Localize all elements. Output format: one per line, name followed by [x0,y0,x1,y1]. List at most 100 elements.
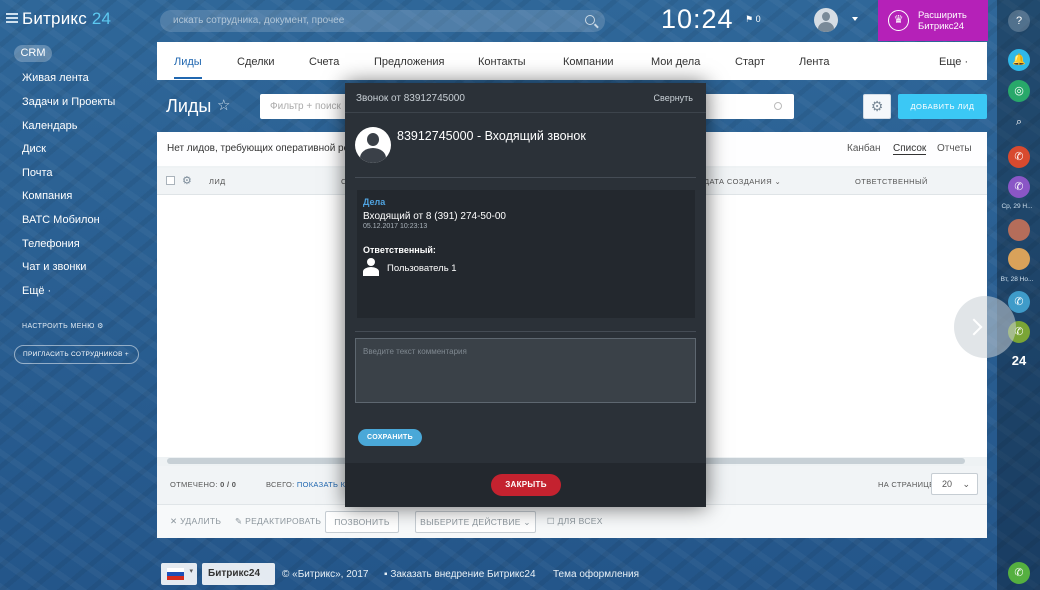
phone-icon[interactable]: ✆ [1008,146,1030,168]
menu-item-disk[interactable]: Диск [22,143,46,155]
view-kanban[interactable]: Канбан [847,143,881,154]
delete-button[interactable]: ✕ УДАЛИТЬ [170,516,221,527]
caller-info: 83912745000 - Входящий звонок [397,129,586,143]
gear-icon[interactable]: ⚙ [182,174,192,187]
chevron-down-icon: ⌄ [523,517,531,527]
responsible-name[interactable]: Пользователь 1 [387,263,457,274]
tab-more[interactable]: Еще · [939,56,968,68]
activities-title[interactable]: Дела [363,197,385,207]
scroll-right-button[interactable] [954,296,1016,358]
help-icon[interactable]: ? [1008,10,1030,32]
invite-employees-button[interactable]: ПРИГЛАСИТЬ СОТРУДНИКОВ + [14,345,139,364]
chevron-down-icon: ⌄ [774,177,782,186]
divider [355,331,696,332]
menu-item-live-feed[interactable]: Живая лента [22,72,89,84]
edit-button[interactable]: ✎ РЕДАКТИРОВАТЬ [235,516,321,527]
collapse-button[interactable]: Свернуть [654,93,693,103]
pencil-icon: ✎ [235,516,243,526]
select-all-checkbox[interactable] [166,176,175,185]
group-actions-bar: ✕ УДАЛИТЬ ✎ РЕДАКТИРОВАТЬ ПОЗВОНИТЬ ВЫБЕ… [157,504,987,538]
close-button[interactable]: ЗАКРЫТЬ [491,474,561,496]
add-lead-button[interactable]: ДОБАВИТЬ ЛИД [898,94,987,119]
bitrix24-dock-icon[interactable]: 24 [1008,350,1030,372]
page-title: Лиды [166,96,212,116]
column-responsible[interactable]: ОТВЕТСТВЕННЫЙ [855,177,928,186]
save-button[interactable]: СОХРАНИТЬ [358,429,422,446]
bell-icon[interactable]: 🔔 [1008,49,1030,71]
menu-item-calendar[interactable]: Календарь [22,120,78,132]
dock-date-label: Ср, 29 Н... [1001,203,1033,210]
chevron-down-icon[interactable] [852,17,858,21]
order-implementation-link[interactable]: ▪ Заказать внедрение Битрикс24 [384,569,536,580]
menu-item-tasks[interactable]: Задачи и Проекты [22,96,115,108]
clock[interactable]: 10:24 [661,4,734,35]
menu-item-crm[interactable]: CRM [14,45,52,62]
comment-textarea[interactable]: Введите текст комментария [355,338,696,403]
settings-gear-button[interactable]: ⚙ [863,94,891,119]
close-icon: ✕ [170,516,178,526]
tab-feed[interactable]: Лента [799,56,829,68]
menu-item-more[interactable]: Ещё · [22,285,51,297]
tab-invoices[interactable]: Счета [309,56,339,68]
bitrix24-footer-logo[interactable]: Битрикс24 [202,563,275,585]
global-search-input[interactable]: искать сотрудника, документ, прочее [160,10,605,32]
hamburger-menu-icon[interactable] [6,13,18,23]
flag-icon: ⚑ [745,14,754,24]
contact-avatar[interactable] [1008,219,1030,241]
menu-item-mail[interactable]: Почта [22,167,53,179]
user-avatar[interactable] [814,8,838,32]
contact-avatar[interactable] [1008,248,1030,270]
active-tab-indicator [174,77,202,79]
tab-my-activities[interactable]: Мои дела [651,56,700,68]
total-count: ВСЕГО: ПОКАЗАТЬ КОЛ [266,480,357,489]
language-selector[interactable]: ▾ [161,563,197,585]
menu-item-vats[interactable]: ВАТС Мобилон [22,214,100,226]
search-icon[interactable]: ⌕ [1008,111,1030,133]
chevron-down-icon: ⌄ [962,479,970,489]
star-icon[interactable]: ☆ [217,96,230,114]
incoming-call-modal: Звонок от 83912745000 Свернуть 839127450… [345,83,706,507]
upgrade-button[interactable]: ♛ Расширить Битрикс24 [878,0,988,41]
phone-icon[interactable]: ✆ [1008,176,1030,198]
copyright: © «Битрикс», 2017 [282,569,369,580]
responsible-label: Ответственный: [363,245,436,255]
crown-icon: ♛ [888,10,909,31]
menu-item-telephony[interactable]: Телефония [22,238,80,250]
for-all-checkbox[interactable]: ☐ ДЛЯ ВСЕХ [547,516,603,527]
tab-start[interactable]: Старт [735,56,765,68]
call-button[interactable]: ПОЗВОНИТЬ [325,511,399,533]
crm-tabs-bar: Лиды Сделки Счета Предложения Контакты К… [157,42,987,80]
call-icon[interactable]: ✆ [1008,562,1030,584]
view-reports[interactable]: Отчеты [937,143,972,154]
per-page-select[interactable]: 20 ⌄ [931,473,978,495]
activities-box: Дела Входящий от 8 (391) 274-50-00 05.12… [357,190,695,318]
activity-date: 05.12.2017 10:23:13 [363,223,428,230]
theme-link[interactable]: Тема оформления [553,569,639,580]
activity-text: Входящий от 8 (391) 274-50-00 [363,211,506,222]
per-page-label: НА СТРАНИЦЕ: [878,480,937,489]
search-icon [585,15,595,25]
view-list[interactable]: Список [893,143,927,155]
tab-quotes[interactable]: Предложения [374,56,445,68]
dock-date-label: Вт, 28 Но... [1000,276,1034,283]
chat-icon: ▪ [384,569,388,580]
menu-item-chat[interactable]: Чат и звонки [22,261,86,273]
notifications-flag[interactable]: ⚑ 0 [745,14,761,25]
checkbox-icon: ☐ [547,516,555,526]
chat-icon[interactable]: ◎ [1008,80,1030,102]
configure-menu-link[interactable]: НАСТРОИТЬ МЕНЮ ⚙ [22,322,104,330]
tab-contacts[interactable]: Контакты [478,56,526,68]
tab-deals[interactable]: Сделки [237,56,275,68]
choose-action-select[interactable]: ВЫБЕРИТЕ ДЕЙСТВИЕ ⌄ [415,511,536,533]
bitrix24-logo[interactable]: Битрикс 24 [22,9,111,29]
plus-icon: + [124,351,129,358]
column-created[interactable]: ДАТА СОЗДАНИЯ ⌄ [704,177,781,186]
column-lead[interactable]: ЛИД [209,177,226,186]
tab-leads[interactable]: Лиды [174,56,202,68]
menu-item-company[interactable]: Компания [22,190,72,202]
tab-companies[interactable]: Компании [563,56,614,68]
modal-header: Звонок от 83912745000 Свернуть [345,83,706,113]
search-icon [774,102,782,110]
notice-text: Нет лидов, требующих оперативной ре [167,143,350,154]
caller-avatar [355,127,391,163]
